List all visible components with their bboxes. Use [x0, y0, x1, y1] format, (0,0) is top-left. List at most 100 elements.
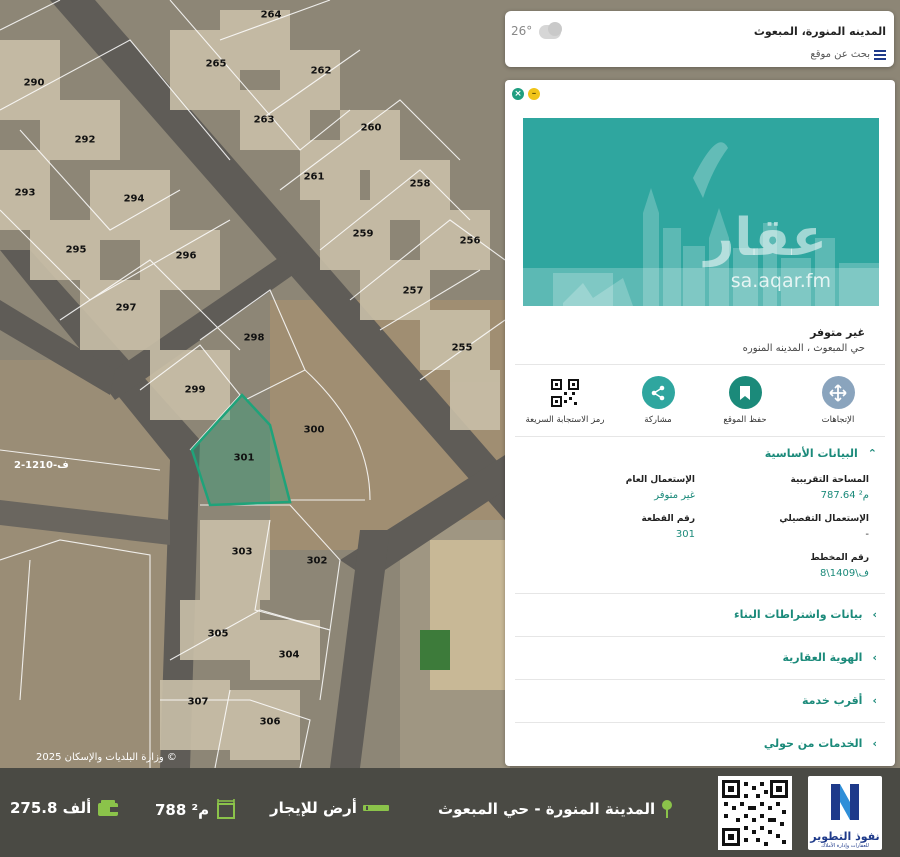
plan-reference-label: 2-1210-ف — [14, 460, 69, 471]
section-services-around[interactable]: الخدمات من حولي ‹ — [764, 737, 877, 750]
plot-label: 302 — [306, 555, 328, 567]
plot-label: 307 — [187, 696, 209, 708]
aqar-logo: عقار — [704, 208, 827, 268]
aqar-banner: عقار sa.aqar.fm — [523, 118, 879, 306]
action-label: الإتجاهات — [821, 415, 855, 425]
map-copyright: وزارة البلديات والإسكان 2025 © — [36, 752, 177, 763]
qr-icon — [549, 376, 582, 409]
action-label: حفظ الموقع — [723, 415, 767, 425]
plot-label: 264 — [260, 9, 282, 21]
location-search-bar[interactable]: 26° المدينه المنورة، المبعوث بحث عن موقع — [505, 11, 894, 67]
plot-label-selected[interactable]: 301 — [234, 453, 255, 464]
section-building-conditions[interactable]: بيانات واشتراطات البناء ‹ — [734, 608, 877, 621]
listing-location: حي المبعوث ، المدينه المنوره — [742, 343, 865, 354]
area-item: 788 م² — [155, 799, 237, 821]
location-pin-icon — [662, 800, 673, 818]
plot-label: 303 — [231, 546, 253, 558]
section-title: الهوية العقارية — [782, 651, 863, 664]
location-search-input[interactable]: بحث عن موقع — [810, 49, 886, 60]
plan-number-value: ف\1409\8 — [820, 568, 869, 579]
share-icon — [641, 376, 675, 409]
aqar-url: sa.aqar.fm — [730, 270, 831, 292]
chevron-left-icon: ‹ — [872, 737, 877, 750]
section-nearest-service[interactable]: أقرب خدمة ‹ — [802, 694, 877, 707]
detailed-use-label: الإستعمال التفصيلي — [779, 514, 869, 524]
chevron-left-icon: ‹ — [872, 694, 877, 707]
section-title: البيانات الأساسية — [764, 447, 858, 460]
divider — [515, 436, 885, 437]
area-value: 787.64 م² — [820, 490, 869, 501]
action-label: مشاركة — [644, 415, 672, 425]
divider — [515, 593, 885, 594]
brand-tagline: للعقارات وإدارة الأملاك — [821, 843, 869, 849]
brand-name: نفوذ التطوير — [810, 830, 880, 843]
chevron-up-icon: ⌃ — [867, 447, 877, 460]
close-panel-button[interactable]: × — [512, 88, 524, 100]
area-measure-icon — [217, 799, 236, 819]
plot-label: 256 — [459, 235, 481, 247]
section-title: أقرب خدمة — [801, 694, 863, 707]
minimize-panel-button[interactable]: – — [528, 88, 540, 100]
city-district: المدينة المنورة - حي المبعوث — [438, 800, 656, 818]
directions-button[interactable]: الإتجاهات — [793, 376, 883, 425]
plot-label: 294 — [123, 193, 145, 205]
plot-label: 297 — [115, 302, 137, 314]
temperature: 26° — [511, 24, 533, 38]
plot-label: 258 — [409, 178, 431, 190]
property-type: أرض للإيجار — [270, 799, 357, 817]
plot-label: 260 — [360, 122, 382, 134]
section-property-identity[interactable]: الهوية العقارية ‹ — [782, 651, 877, 664]
plot-label: 292 — [74, 134, 96, 146]
divider — [515, 636, 885, 637]
price-value: 275.8 ألف — [10, 799, 92, 817]
plot-label: 290 — [23, 77, 45, 89]
qr-code-button[interactable]: رمز الاستجابة السريعة — [520, 376, 610, 425]
plot-label: 305 — [207, 628, 229, 640]
type-item: أرض للإيجار — [270, 799, 389, 817]
detailed-use-value: - — [865, 529, 869, 540]
section-title: الخدمات من حولي — [763, 737, 863, 750]
divider — [515, 722, 885, 723]
bookmark-icon — [728, 376, 762, 409]
brand-logo: نفوذ التطوير للعقارات وإدارة الأملاك — [808, 776, 882, 850]
search-placeholder: بحث عن موقع — [810, 49, 870, 60]
wallet-icon — [98, 800, 119, 816]
plot-label: 304 — [278, 649, 300, 661]
property-details-panel: × – عقار sa.aqar.fm غير متوفر حي المبعوث… — [505, 80, 895, 766]
cloud-icon — [536, 22, 566, 40]
plot-label: 299 — [184, 384, 206, 396]
plan-number-label: رقم المخطط — [810, 553, 869, 563]
menu-icon[interactable] — [874, 49, 886, 60]
plot-label: 262 — [310, 65, 332, 77]
plot-label: 296 — [175, 250, 197, 262]
divider — [515, 679, 885, 680]
listing-qr-code — [718, 776, 792, 850]
listing-title: غير متوفر — [810, 326, 865, 339]
plot-label: 257 — [402, 285, 424, 297]
plot-label: 255 — [451, 342, 473, 354]
general-use-label: الإستعمال العام — [625, 475, 695, 485]
brand-mark-icon — [831, 784, 859, 820]
plot-label: 263 — [253, 114, 275, 126]
plot-label: 306 — [259, 716, 281, 728]
section-basic-info[interactable]: البيانات الأساسية ⌃ — [765, 447, 877, 460]
plot-label: 261 — [303, 171, 325, 183]
general-use-value: غير متوفر — [654, 490, 695, 501]
plot-number-value: 301 — [675, 529, 695, 540]
share-button[interactable]: مشاركة — [613, 376, 703, 425]
action-label: رمز الاستجابة السريعة — [525, 415, 605, 425]
directions-icon — [821, 376, 855, 409]
area-label: المساحة التقريبية — [790, 475, 869, 485]
plot-label: 300 — [303, 424, 325, 436]
plot-label: 259 — [352, 228, 374, 240]
plot-label: 295 — [65, 244, 87, 256]
price-item: 275.8 ألف — [10, 799, 119, 817]
weather-widget: 26° — [511, 22, 566, 40]
plot-label: 298 — [243, 332, 265, 344]
listing-summary-bar: 275.8 ألف 788 م² أرض للإيجار المدينة الم… — [0, 768, 900, 857]
plot-label: 293 — [14, 187, 36, 199]
plot-number-label: رقم القطعة — [641, 514, 695, 524]
current-location-title: المدينه المنورة، المبعوث — [753, 25, 886, 38]
save-location-button[interactable]: حفظ الموقع — [700, 376, 790, 425]
divider — [515, 364, 885, 365]
